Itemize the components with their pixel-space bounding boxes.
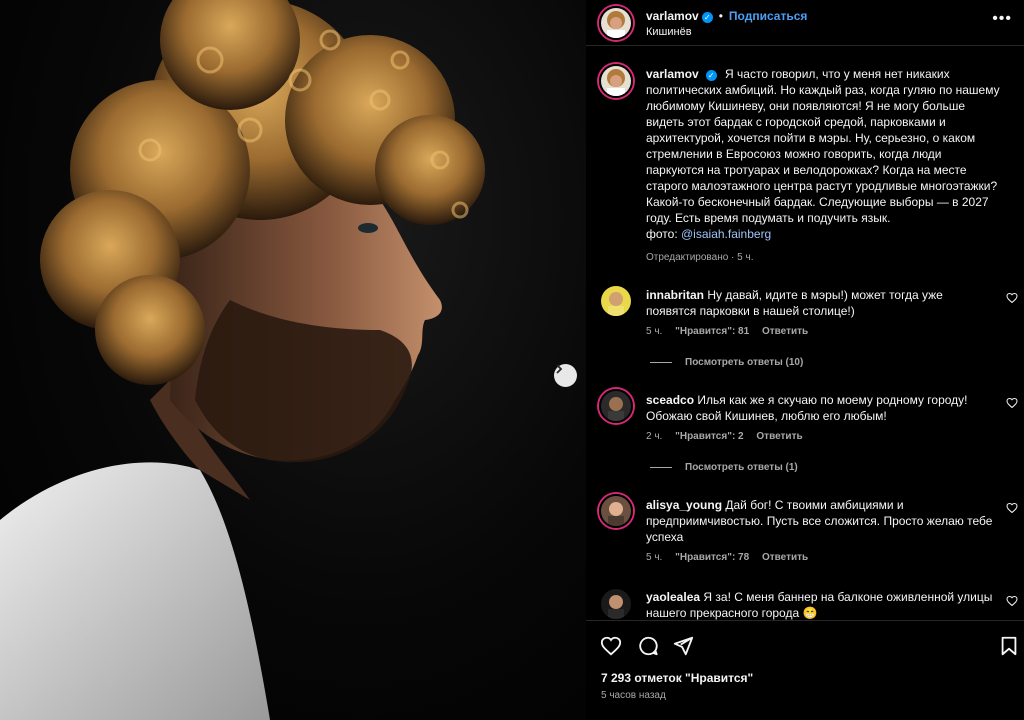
comment-like-heart-icon[interactable]: [1006, 502, 1018, 514]
post-sidebar: varlamov ✓ • Подписаться Кишинёв ••• varlam…: [586, 0, 1024, 720]
comment-text: Илья как же я скучаю по моему родному го…: [646, 393, 968, 423]
comment-icon[interactable]: [637, 635, 659, 657]
comment-meta: 5 ч. "Нравится": 78 Ответить: [646, 552, 818, 563]
author-username[interactable]: varlamov: [646, 9, 699, 23]
comment-time: 5 ч.: [646, 552, 663, 563]
verified-badge-icon: ✓: [701, 12, 713, 23]
caption-avatar-image: [601, 66, 631, 96]
chevron-right-icon: [556, 364, 563, 374]
comment-meta: 5 ч. "Нравится": 81 Ответить: [646, 326, 818, 337]
next-photo-button[interactable]: [554, 364, 577, 387]
comment-likes[interactable]: "Нравится": 2: [675, 431, 744, 442]
caption-edited-meta: Отредактировано · 5 ч.: [646, 252, 754, 263]
comment-time: 2 ч.: [646, 431, 663, 442]
comment: sceadco Илья как же я скучаю по моему ро…: [646, 392, 996, 424]
likes-count[interactable]: 7 293 отметок "Нравится": [601, 671, 753, 685]
heart-icon[interactable]: [600, 635, 622, 657]
post-photo: [0, 0, 586, 720]
comment-like-heart-icon[interactable]: [1006, 397, 1018, 409]
comment-reply-button[interactable]: Ответить: [762, 326, 808, 337]
follow-button[interactable]: Подписаться: [729, 9, 807, 23]
comment-reply-button[interactable]: Ответить: [756, 431, 802, 442]
comment: innabritan Ну давай, идите в мэры!) може…: [646, 287, 996, 319]
comment-avatar[interactable]: [599, 389, 633, 423]
portrait-illustration: [0, 0, 485, 720]
separator-dot: •: [718, 9, 723, 23]
comment-avatar-image: [601, 496, 631, 526]
view-replies-label: Посмотреть ответы (1): [685, 462, 798, 473]
comment-likes[interactable]: "Нравится": 78: [675, 552, 749, 563]
comment: yaolealea Я за! С меня баннер на балконе…: [646, 589, 996, 621]
post-actions: 7 293 отметок "Нравится" 5 часов назад: [586, 620, 1024, 720]
comment: alisya_young Дай бог! С твоими амбициями…: [646, 497, 996, 545]
view-replies-button[interactable]: Посмотреть ответы (1): [650, 462, 798, 473]
bookmark-icon[interactable]: [998, 635, 1020, 657]
comment-like-heart-icon[interactable]: [1006, 292, 1018, 304]
replies-line: [650, 362, 672, 363]
author-avatar-image: [601, 8, 631, 38]
comment-avatar[interactable]: [599, 284, 633, 318]
comment-avatar-image: [601, 391, 631, 421]
comment-likes[interactable]: "Нравится": 81: [675, 326, 749, 337]
post-time: 5 часов назад: [601, 690, 666, 701]
comment-meta: 2 ч. "Нравится": 2 Ответить: [646, 431, 813, 442]
share-icon[interactable]: [672, 635, 694, 657]
post-header: varlamov ✓ • Подписаться Кишинёв •••: [586, 0, 1024, 46]
replies-line: [650, 467, 672, 468]
comment-time: 5 ч.: [646, 326, 663, 337]
comment-username[interactable]: yaolealea: [646, 590, 700, 604]
caption-text: Я часто говорил, что у меня нет никаких …: [646, 67, 1000, 225]
view-replies-button[interactable]: Посмотреть ответы (10): [650, 357, 803, 368]
post-caption: varlamov ✓ Я часто говорил, что у меня не…: [646, 66, 1001, 242]
more-horizontal-icon[interactable]: •••: [992, 10, 1012, 28]
post-location[interactable]: Кишинёв: [646, 26, 692, 38]
photo-credit-prefix: фото:: [646, 227, 678, 241]
comment-avatar-image: [601, 589, 631, 619]
caption-author-avatar[interactable]: [599, 64, 633, 98]
comment-username[interactable]: innabritan: [646, 288, 704, 302]
comment-reply-button[interactable]: Ответить: [762, 552, 808, 563]
comment-avatar-image: [601, 286, 631, 316]
author-avatar[interactable]: [599, 6, 633, 40]
view-replies-label: Посмотреть ответы (10): [685, 357, 804, 368]
comment-username[interactable]: alisya_young: [646, 498, 722, 512]
comment-avatar[interactable]: [599, 587, 633, 621]
photo-credit-mention[interactable]: @isaiah.fainberg: [681, 227, 771, 241]
caption-verified-badge-icon: ✓: [705, 70, 717, 81]
comment-username[interactable]: sceadco: [646, 393, 694, 407]
comment-avatar[interactable]: [599, 494, 633, 528]
comment-like-heart-icon[interactable]: [1006, 595, 1018, 607]
caption-author-username[interactable]: varlamov: [646, 67, 699, 81]
